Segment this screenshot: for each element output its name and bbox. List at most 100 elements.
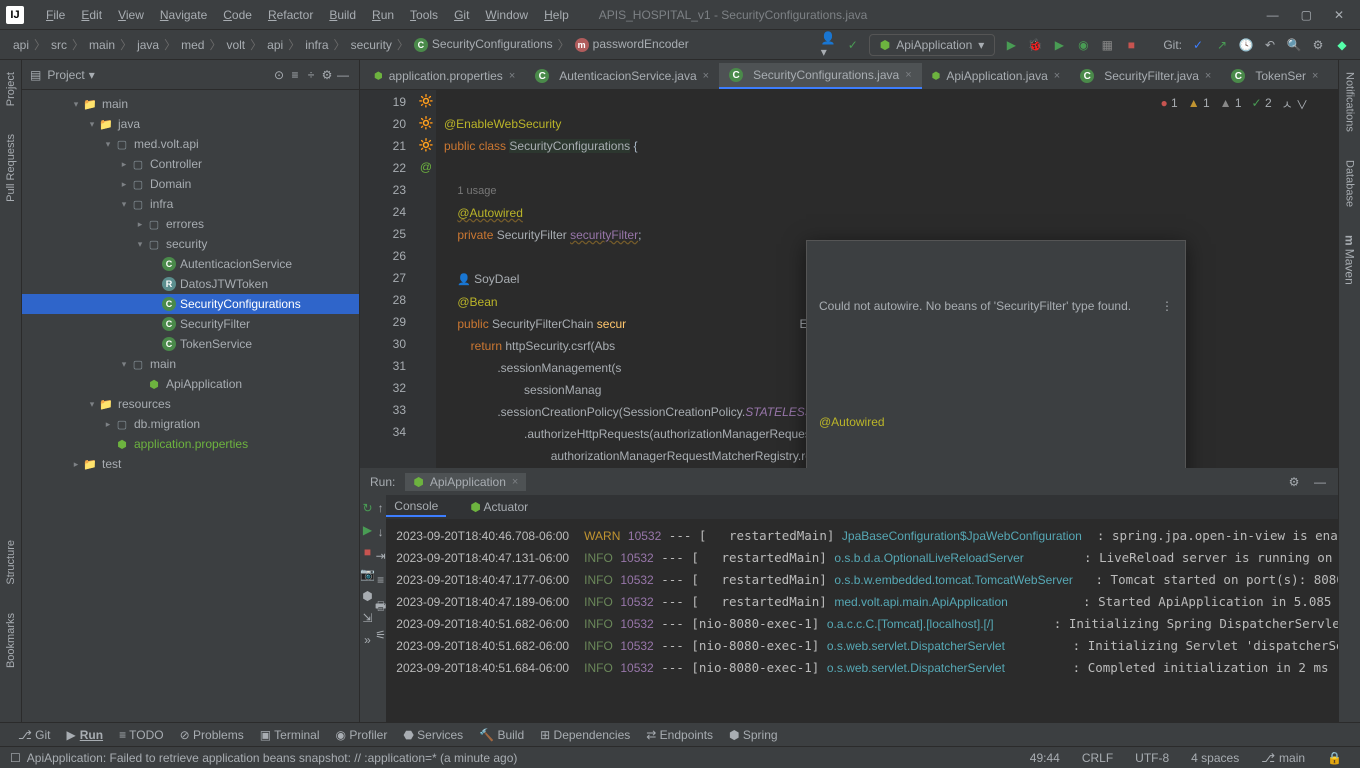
popup-menu-icon[interactable]: ⋮ xyxy=(1161,295,1173,317)
more-icon[interactable]: » xyxy=(364,633,371,647)
breadcrumb-item[interactable]: volt xyxy=(223,38,248,52)
close-button[interactable]: ✕ xyxy=(1334,8,1344,22)
tree-node-security[interactable]: ▾▢security xyxy=(22,234,359,254)
filter-icon[interactable]: ⚟ xyxy=(375,628,386,642)
close-tab-icon[interactable]: × xyxy=(905,69,911,81)
git-pull-icon[interactable]: ✓ xyxy=(1190,37,1206,53)
tool-build[interactable]: 🔨 Build xyxy=(471,728,532,742)
select-opened-icon[interactable]: ⊙ xyxy=(271,67,287,83)
tree-node-TokenService[interactable]: CTokenService xyxy=(22,334,359,354)
user-icon[interactable]: 👤▾ xyxy=(821,37,837,53)
stop-icon[interactable]: ■ xyxy=(364,545,371,559)
editor-tab[interactable]: ⬢ApiApplication.java× xyxy=(922,63,1071,89)
menu-tools[interactable]: Tools xyxy=(402,8,446,22)
menu-edit[interactable]: Edit xyxy=(73,8,110,22)
menu-git[interactable]: Git xyxy=(446,8,477,22)
tool-profiler[interactable]: ◉ Profiler xyxy=(328,728,396,742)
profile-button[interactable]: ◉ xyxy=(1075,37,1091,53)
tree-node-DatosJTWToken[interactable]: RDatosJTWToken xyxy=(22,274,359,294)
tree-node-main[interactable]: ▾📁main xyxy=(22,94,359,114)
menu-window[interactable]: Window xyxy=(477,8,536,22)
close-tab-icon[interactable]: × xyxy=(703,70,709,82)
tree-node-Controller[interactable]: ▸▢Controller xyxy=(22,154,359,174)
breadcrumb-item[interactable]: java xyxy=(134,38,162,52)
tree-node-AutenticacionService[interactable]: CAutenticacionService xyxy=(22,254,359,274)
breadcrumb-item[interactable]: src xyxy=(48,38,70,52)
lock-icon[interactable]: 🔒 xyxy=(1319,751,1350,765)
screenshot-icon[interactable]: 📷 xyxy=(360,567,375,581)
close-tab-icon[interactable]: × xyxy=(509,70,515,82)
tree-node-SecurityConfigurations[interactable]: CSecurityConfigurations xyxy=(22,294,359,314)
tool-dependencies[interactable]: ⊞ Dependencies xyxy=(532,728,638,742)
collapse-all-icon[interactable]: ÷ xyxy=(303,67,319,83)
code-content[interactable]: @EnableWebSecurity public class Security… xyxy=(436,90,1338,468)
run-tab[interactable]: ⬢ ApiApplication × xyxy=(405,473,526,491)
project-view-icon[interactable]: ▤ xyxy=(30,68,41,82)
breadcrumb-item[interactable]: mpasswordEncoder xyxy=(572,37,692,52)
breadcrumb-item[interactable]: api xyxy=(264,38,286,52)
line-separator[interactable]: CRLF xyxy=(1074,751,1121,765)
git-branch[interactable]: ⎇ main xyxy=(1253,751,1313,765)
breadcrumb-item[interactable]: api xyxy=(10,38,32,52)
coverage-button[interactable]: ▶ xyxy=(1051,37,1067,53)
tree-node-ApiApplication[interactable]: ⬢ApiApplication xyxy=(22,374,359,394)
maven-tool-button[interactable]: m Maven xyxy=(1343,231,1357,289)
rerun-icon[interactable]: ↻ xyxy=(362,501,372,515)
database-tool-button[interactable]: Database xyxy=(1344,156,1356,211)
close-tab-icon[interactable]: × xyxy=(1054,70,1060,82)
editor-tab[interactable]: CTokenSer× xyxy=(1221,63,1328,89)
project-tree[interactable]: ▾📁main▾📁java▾▢med.volt.api▸▢Controller ▸▢… xyxy=(22,90,359,722)
down-icon[interactable]: ↓ xyxy=(378,525,384,539)
git-history-icon[interactable]: 🕓 xyxy=(1238,37,1254,53)
search-icon[interactable]: 🔍 xyxy=(1286,37,1302,53)
tool-run[interactable]: ▶ Run xyxy=(59,728,112,742)
tool-terminal[interactable]: ▣ Terminal xyxy=(252,728,328,742)
settings-gear-icon[interactable]: ⚙ xyxy=(319,67,335,83)
tree-node-infra[interactable]: ▾▢infra xyxy=(22,194,359,214)
run-button[interactable]: ▶ xyxy=(1003,37,1019,53)
status-info-icon[interactable]: ☐ xyxy=(10,751,21,765)
run-icon[interactable]: ▶ xyxy=(363,523,372,537)
file-encoding[interactable]: UTF-8 xyxy=(1127,751,1177,765)
tree-node-application-properties[interactable]: ⬢application.properties xyxy=(22,434,359,454)
up-icon[interactable]: ↑ xyxy=(378,501,384,515)
editor-tab[interactable]: CAutenticacionService.java× xyxy=(525,63,719,89)
tree-node-resources[interactable]: ▾📁resources xyxy=(22,394,359,414)
editor-tab[interactable]: CSecurityConfigurations.java× xyxy=(719,63,922,89)
stop-button[interactable]: ■ xyxy=(1123,37,1139,53)
expand-all-icon[interactable]: ≡ xyxy=(287,67,303,83)
tool-spring[interactable]: ⬢ Spring xyxy=(721,728,786,742)
run-configuration-selector[interactable]: ⬢ ApiApplication ▾ xyxy=(869,34,996,56)
gutter-icons[interactable]: 🔆🔆🔆 @ xyxy=(416,90,436,468)
menu-build[interactable]: Build xyxy=(321,8,364,22)
chevron-down-icon[interactable]: ▾ xyxy=(89,68,95,82)
plugin-icon[interactable]: ◆ xyxy=(1334,37,1350,53)
run-settings-icon[interactable]: ⚙ xyxy=(1286,474,1302,490)
run-hide-icon[interactable]: — xyxy=(1312,474,1328,490)
console-tab[interactable]: Console xyxy=(386,497,446,517)
tree-node-db-migration[interactable]: ▸▢db.migration xyxy=(22,414,359,434)
actuator-tab[interactable]: ⬢ Actuator xyxy=(462,498,536,516)
checkmark-icon[interactable]: ✓ xyxy=(845,37,861,53)
settings-icon[interactable]: ⚙ xyxy=(1310,37,1326,53)
tool-git[interactable]: ⎇ Git xyxy=(10,728,59,742)
tool-todo[interactable]: ≡ TODO xyxy=(111,728,172,742)
tool-services[interactable]: ⬣ Services xyxy=(395,728,471,742)
tool-problems[interactable]: ⊘ Problems xyxy=(172,728,252,742)
project-tool-button[interactable]: Project xyxy=(5,68,17,110)
exit-icon[interactable]: ⇲ xyxy=(362,611,372,625)
scroll-icon[interactable]: ≡ xyxy=(377,573,384,587)
print-icon[interactable]: 🖶 xyxy=(375,597,386,618)
wrap-icon[interactable]: ⇥ xyxy=(376,549,386,563)
menu-help[interactable]: Help xyxy=(536,8,577,22)
cursor-position[interactable]: 49:44 xyxy=(1022,751,1068,765)
tree-node-java[interactable]: ▾📁java xyxy=(22,114,359,134)
menu-refactor[interactable]: Refactor xyxy=(260,8,321,22)
menu-view[interactable]: View xyxy=(110,8,152,22)
tree-node-med-volt-api[interactable]: ▾▢med.volt.api xyxy=(22,134,359,154)
tree-node-test[interactable]: ▸📁test xyxy=(22,454,359,474)
close-tab-icon[interactable]: × xyxy=(1205,70,1211,82)
breadcrumb-item[interactable]: infra xyxy=(302,38,331,52)
close-tab-icon[interactable]: × xyxy=(1312,70,1318,82)
notifications-tool-button[interactable]: Notifications xyxy=(1344,68,1356,136)
